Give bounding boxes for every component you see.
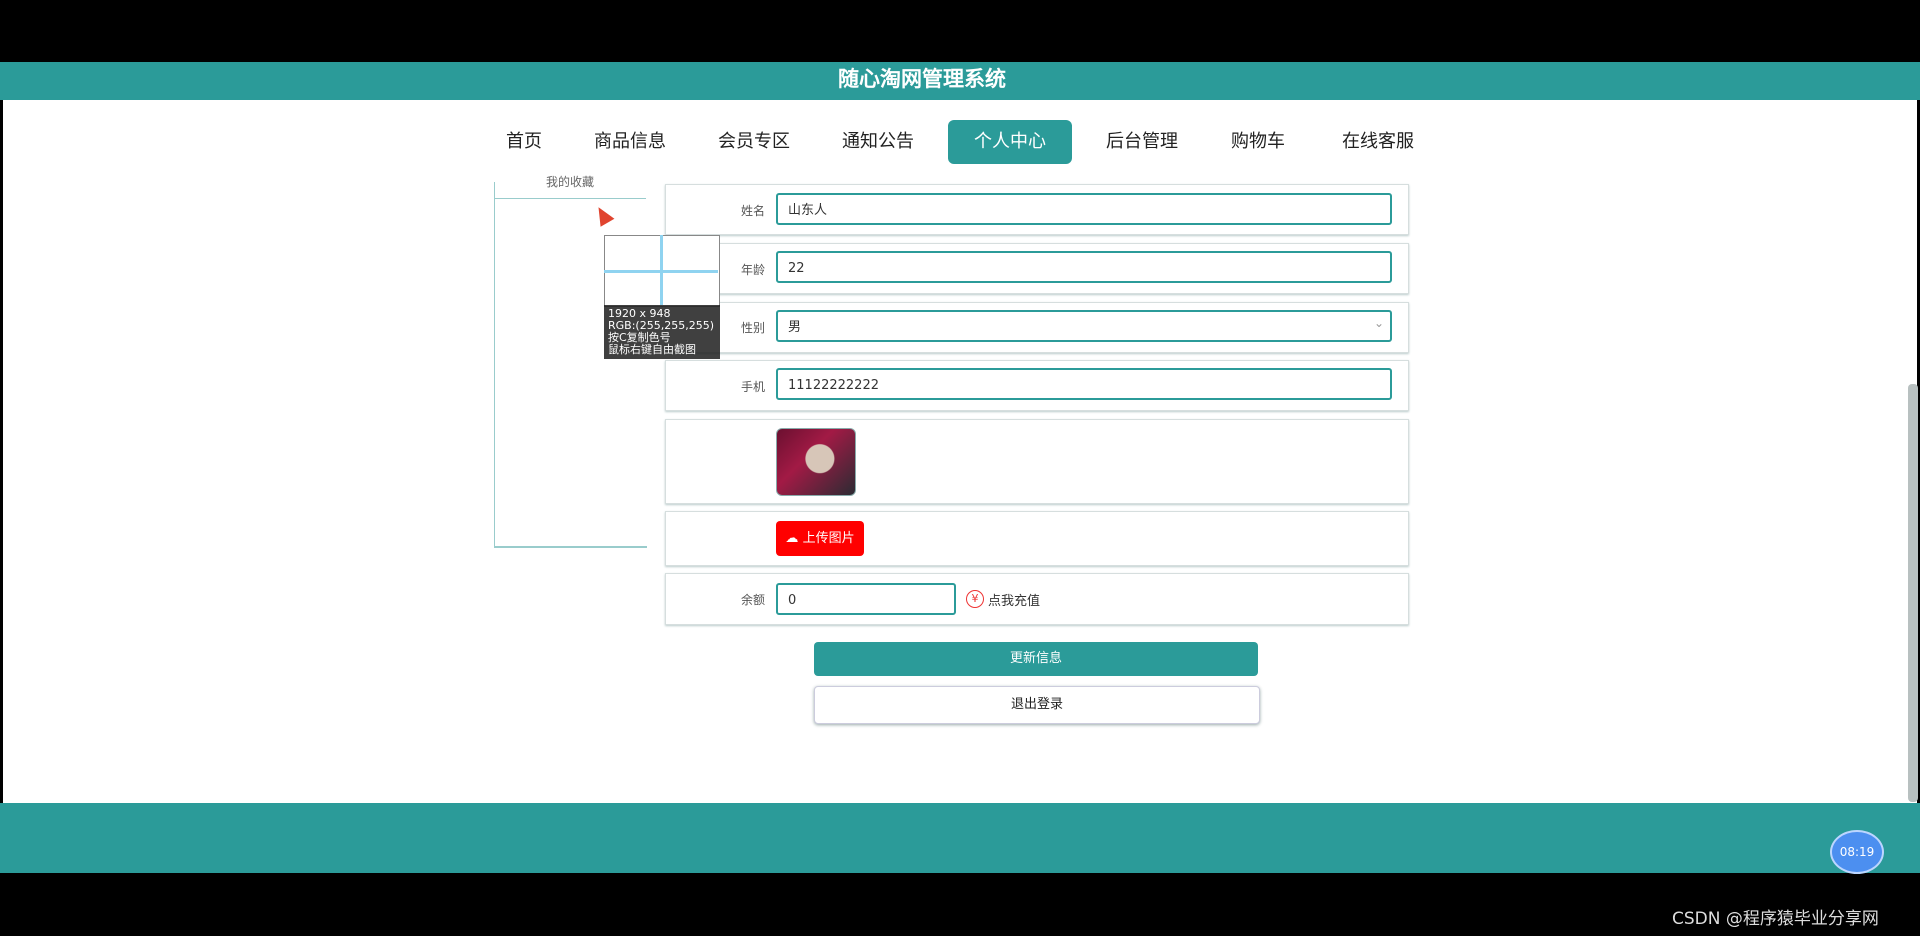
nav-products[interactable]: 商品信息 bbox=[582, 120, 678, 164]
phone-input[interactable]: 11122222222 bbox=[776, 368, 1392, 400]
sidebar-divider bbox=[494, 198, 646, 199]
nav-support[interactable]: 在线客服 bbox=[1330, 120, 1426, 164]
yuan-icon[interactable]: ¥ bbox=[966, 590, 984, 608]
age-input[interactable]: 22 bbox=[776, 251, 1392, 283]
upload-label: 上传图片 bbox=[802, 531, 855, 546]
nav-personal-center[interactable]: 个人中心 bbox=[948, 120, 1072, 164]
csdn-watermark: CSDN @程序猿毕业分享网 bbox=[1672, 909, 1879, 929]
site-title: 随心淘网管理系统 bbox=[838, 67, 1006, 91]
upload-image-button[interactable]: ☁ 上传图片 bbox=[776, 521, 864, 556]
screenshot-tool-info: 1920 x 948 RGB:(255,255,255) 按C复制色号 鼠标右键… bbox=[604, 305, 720, 359]
nav-cart[interactable]: 购物车 bbox=[1218, 120, 1298, 164]
name-label: 姓名 bbox=[740, 204, 765, 218]
nav-notices[interactable]: 通知公告 bbox=[830, 120, 926, 164]
clock-badge[interactable]: 08:19 bbox=[1830, 830, 1884, 874]
nav-home[interactable]: 首页 bbox=[494, 120, 554, 164]
nav-admin[interactable]: 后台管理 bbox=[1094, 120, 1190, 164]
recharge-link[interactable]: 点我充值 bbox=[988, 590, 1040, 609]
update-info-button[interactable]: 更新信息 bbox=[814, 642, 1258, 676]
scrollbar[interactable] bbox=[1908, 384, 1918, 802]
footer-bar bbox=[0, 803, 1920, 873]
magnifier-crosshair-v bbox=[660, 235, 663, 305]
phone-label: 手机 bbox=[740, 380, 765, 394]
sidebar-item-favorites[interactable]: 我的收藏 bbox=[494, 173, 646, 190]
logout-button[interactable]: 退出登录 bbox=[814, 686, 1260, 724]
gender-select[interactable]: 男 bbox=[776, 310, 1392, 342]
avatar-image bbox=[776, 428, 856, 496]
cloud-upload-icon: ☁ bbox=[785, 531, 799, 546]
name-input[interactable]: 山东人 bbox=[776, 193, 1392, 225]
info-capture-hint: 鼠标右键自由截图 bbox=[608, 343, 696, 356]
balance-input[interactable]: 0 bbox=[776, 583, 956, 615]
chevron-down-icon: ⌄ bbox=[1374, 316, 1385, 330]
nav-member[interactable]: 会员专区 bbox=[706, 120, 802, 164]
balance-label: 余额 bbox=[740, 593, 765, 607]
